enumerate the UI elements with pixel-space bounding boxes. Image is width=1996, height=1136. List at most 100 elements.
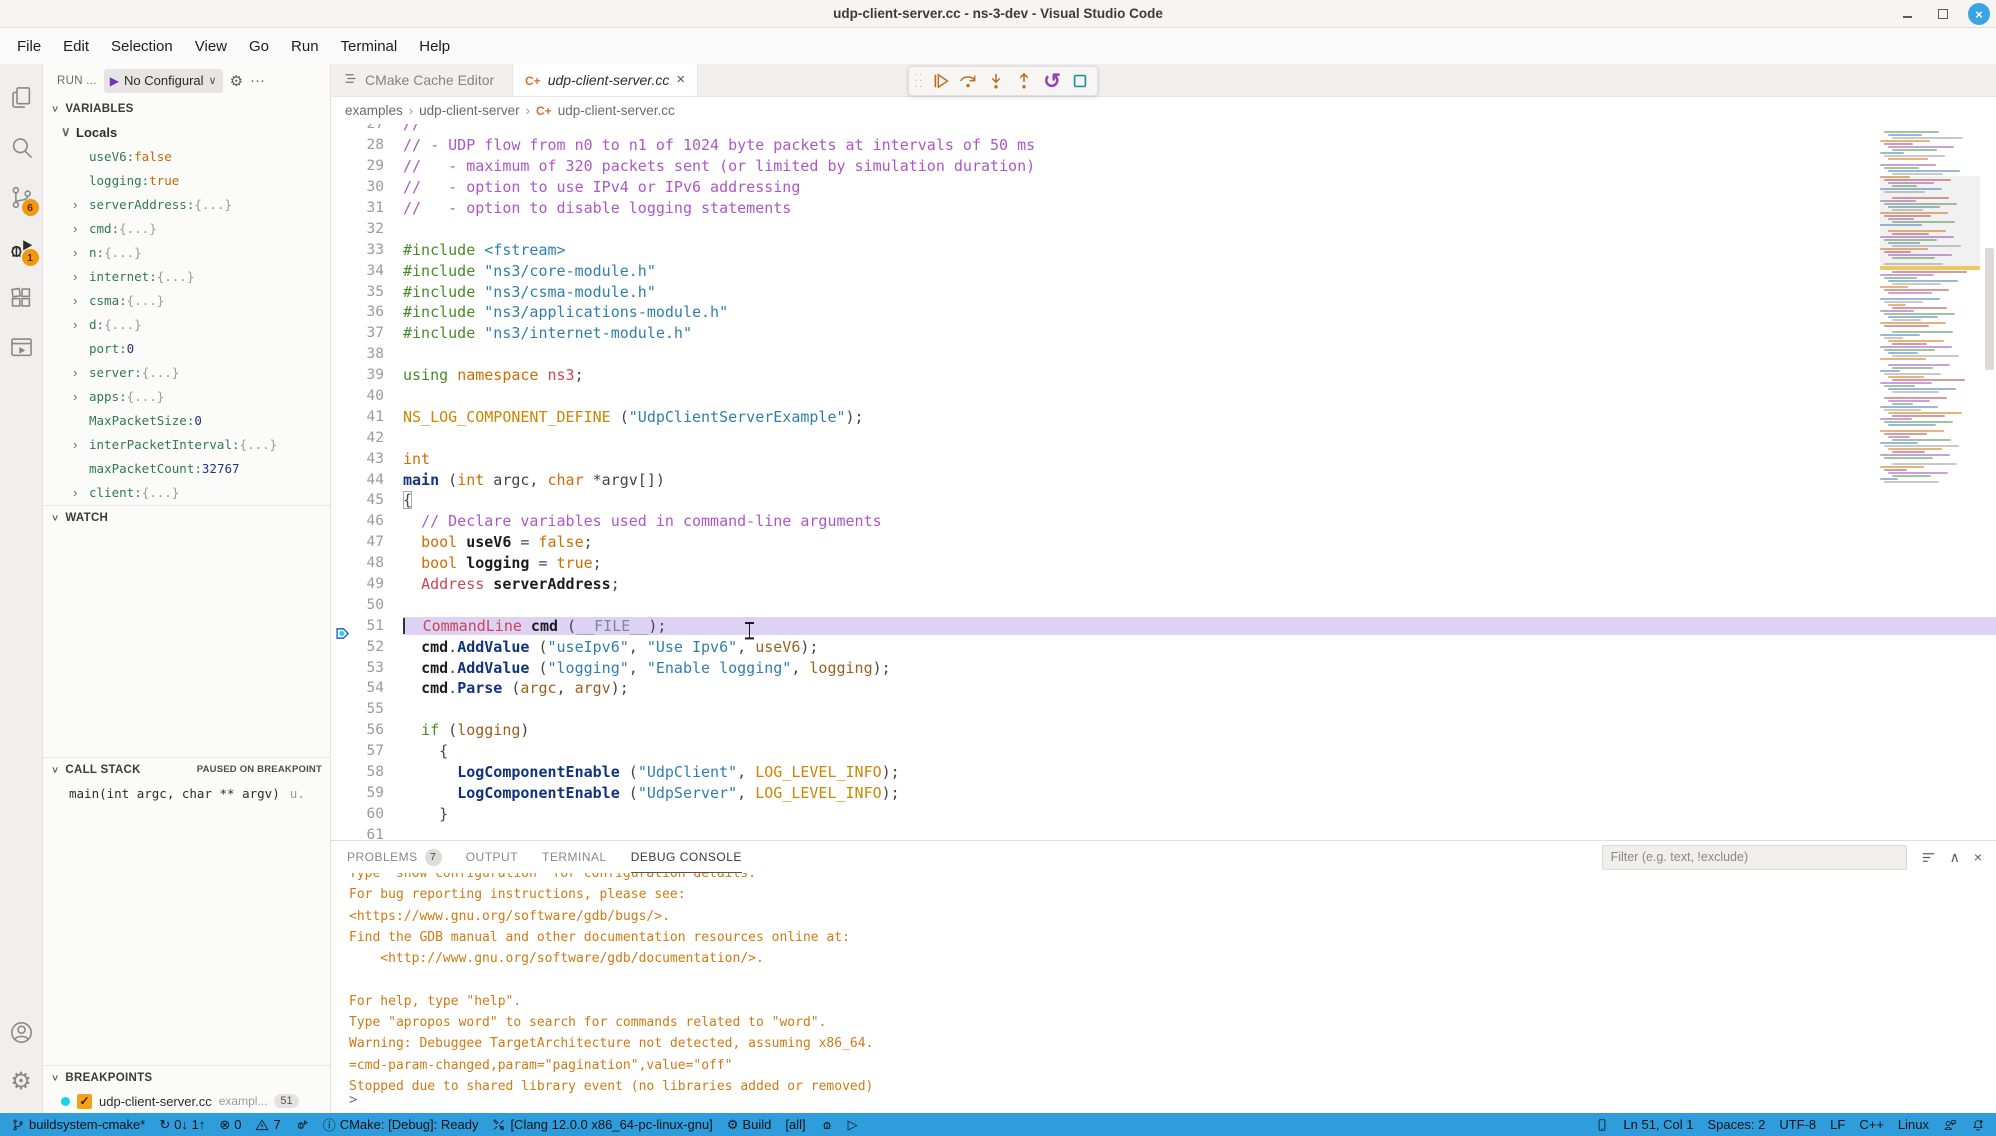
activity-testing-icon[interactable] [0,322,43,372]
status-errors[interactable]: ⊗0 [212,1113,248,1136]
filter-lines-icon[interactable] [1921,850,1936,865]
code-line-38[interactable]: 38 [331,344,1996,365]
code-line-33[interactable]: 33#include <fstream> [331,239,1996,260]
menu-item-terminal[interactable]: Terminal [330,34,409,59]
panel-tab-output[interactable]: OUTPUT [466,841,518,873]
code-editor[interactable]: 27//28// - UDP flow from n0 to n1 of 102… [331,124,1996,840]
menu-item-go[interactable]: Go [238,34,280,59]
status-cmake-build[interactable]: ⚙Build [720,1113,779,1136]
code-line-28[interactable]: 28// - UDP flow from n0 to n1 of 1024 by… [331,135,1996,156]
status-cmake-run[interactable]: ▷ [841,1113,865,1136]
panel-tab-debug-console[interactable]: DEBUG CONSOLE [631,841,742,873]
status-cmake-status[interactable]: ⓘCMake: [Debug]: Ready [316,1113,486,1136]
code-line-39[interactable]: 39using namespace ns3; [331,365,1996,386]
menu-item-run[interactable]: Run [280,34,330,59]
breakpoints-header[interactable]: ∨ BREAKPOINTS [43,1066,330,1089]
status-feedback[interactable] [1936,1113,1964,1136]
activity-explorer-icon[interactable] [0,72,43,122]
variable-row-interPacketInterval[interactable]: ›interPacketInterval: {...} [43,432,330,456]
menu-item-help[interactable]: Help [408,34,461,59]
status-cmake-kit[interactable]: [Clang 12.0.0 x86_64-pc-linux-gnu] [485,1113,719,1136]
code-line-37[interactable]: 37#include "ns3/internet-module.h" [331,323,1996,344]
code-line-55[interactable]: 55 [331,699,1996,720]
breakpoint-row[interactable]: ✓udp-client-server.ccexampl...51 [43,1089,330,1113]
step-over-button[interactable] [955,68,981,94]
breakpoint-checkbox[interactable]: ✓ [77,1094,92,1109]
status-eol[interactable]: LF [1823,1113,1852,1136]
call-stack-header[interactable]: ∨ CALL STACK PAUSED ON BREAKPOINT [43,758,330,781]
status-encoding[interactable]: UTF-8 [1772,1113,1823,1136]
code-line-36[interactable]: 36#include "ns3/applications-module.h" [331,302,1996,323]
menu-item-selection[interactable]: Selection [100,34,184,59]
status-debug-console-toggle[interactable] [288,1113,316,1136]
tab-close-icon[interactable]: × [676,71,685,88]
breadcrumb-item[interactable]: examples [345,103,403,118]
minimize-button[interactable] [1896,3,1918,25]
code-line-32[interactable]: 32 [331,218,1996,239]
watch-header[interactable]: ∨ WATCH [43,506,330,529]
variables-header[interactable]: ∨ VARIABLES [43,97,330,120]
breadcrumb-item[interactable]: udp-client-server.cc [558,103,675,118]
status-cmake-target[interactable]: [all] [778,1113,812,1136]
variable-row-apps[interactable]: ›apps: {...} [43,384,330,408]
debug-console-output[interactable]: Type "show configuration" for configurat… [331,873,1996,1113]
code-line-46[interactable]: 46 // Declare variables used in command-… [331,511,1996,532]
menu-item-edit[interactable]: Edit [52,34,100,59]
status-cmake-debug[interactable] [813,1113,841,1136]
code-line-35[interactable]: 35#include "ns3/csma-module.h" [331,281,1996,302]
panel-tab-problems[interactable]: PROBLEMS7 [347,841,442,873]
variable-row-serverAddress[interactable]: ›serverAddress: {...} [43,192,330,216]
status-language-mode[interactable]: C++ [1852,1113,1891,1136]
step-into-button[interactable] [983,68,1009,94]
code-line-31[interactable]: 31// - option to disable logging stateme… [331,198,1996,219]
activity-extensions-icon[interactable] [0,272,43,322]
console-filter-input[interactable] [1602,845,1907,870]
panel-tab-terminal[interactable]: TERMINAL [542,841,607,873]
code-line-58[interactable]: 58 LogComponentEnable ("UdpClient", LOG_… [331,762,1996,783]
step-out-button[interactable] [1011,68,1037,94]
tab-udp-client-server-cc[interactable]: C+udp-client-server.cc× [513,64,698,96]
code-line-52[interactable]: 52 cmd.AddValue ("useIpv6", "Use Ipv6", … [331,636,1996,657]
code-line-45[interactable]: 45{ [331,490,1996,511]
variable-row-n[interactable]: ›n: {...} [43,240,330,264]
variable-row-useV6[interactable]: useV6: false [43,144,330,168]
code-line-51[interactable]: 51 CommandLine cmd (__FILE__); [331,615,1996,636]
tab-cmake-cache-editor[interactable]: CMake Cache Editor [331,64,513,96]
maximize-panel-icon[interactable]: ∧ [1950,849,1960,866]
status-cursor-position[interactable]: Ln 51, Col 1 [1616,1113,1700,1136]
continue-button[interactable] [927,68,953,94]
restart-button[interactable]: ↺ [1039,68,1065,94]
code-line-53[interactable]: 53 cmd.AddValue ("logging", "Enable logg… [331,657,1996,678]
code-line-47[interactable]: 47 bool useV6 = false; [331,532,1996,553]
activity-search-icon[interactable] [0,122,43,172]
menu-item-view[interactable]: View [184,34,238,59]
code-line-48[interactable]: 48 bool logging = true; [331,553,1996,574]
start-debug-icon[interactable]: ▶ [110,74,119,88]
code-line-49[interactable]: 49 Address serverAddress; [331,574,1996,595]
activity-source-control-icon[interactable]: 6 [0,172,43,222]
activity-manage-icon[interactable]: ⚙ [0,1057,43,1107]
code-line-29[interactable]: 29// - maximum of 320 packets sent (or l… [331,156,1996,177]
console-prompt[interactable]: > [349,1092,357,1108]
status-sync[interactable]: ↻0↓ 1↑ [152,1113,212,1136]
variable-row-maxPacketCount[interactable]: maxPacketCount: 32767 [43,456,330,480]
variable-row-internet[interactable]: ›internet: {...} [43,264,330,288]
variable-row-csma[interactable]: ›csma: {...} [43,288,330,312]
stop-button[interactable] [1067,68,1093,94]
code-line-44[interactable]: 44main (int argc, char *argv[]) [331,469,1996,490]
status-notifications[interactable] [1964,1113,1992,1136]
code-line-60[interactable]: 60 } [331,803,1996,824]
status-remote-device[interactable] [1588,1113,1616,1136]
call-stack-frame[interactable]: main(int argc, char ** argv)u. [43,781,330,805]
toolbar-grip-icon[interactable]: ······ [913,72,925,90]
variable-row-MaxPacketSize[interactable]: MaxPacketSize: 0 [43,408,330,432]
debug-more-actions[interactable]: ··· [250,72,265,89]
code-line-40[interactable]: 40 [331,386,1996,407]
code-line-61[interactable]: 61 [331,824,1996,840]
close-panel-icon[interactable]: × [1974,849,1982,865]
debug-config-dropdown[interactable]: ▶ No Configural ∨ [104,69,223,93]
variables-scope-locals[interactable]: ∨Locals [43,120,330,144]
variable-row-d[interactable]: ›d: {...} [43,312,330,336]
code-line-41[interactable]: 41NS_LOG_COMPONENT_DEFINE ("UdpClientSer… [331,406,1996,427]
code-line-27[interactable]: 27// [331,124,1996,135]
